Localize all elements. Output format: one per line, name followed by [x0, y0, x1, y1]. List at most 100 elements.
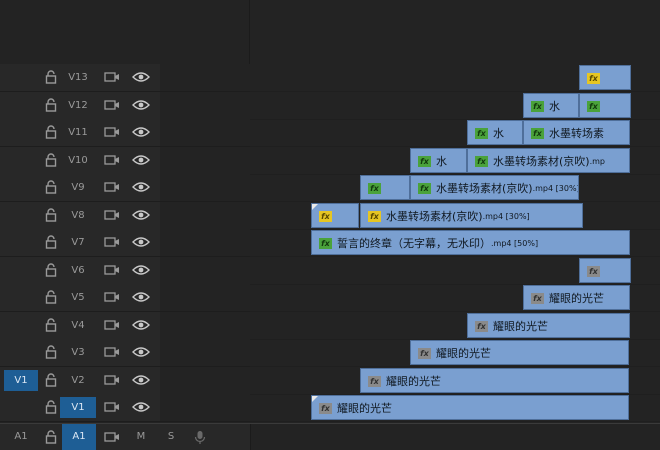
- eye-icon[interactable]: [132, 154, 150, 166]
- clip[interactable]: fx 水墨转场素: [523, 120, 630, 145]
- microphone-icon[interactable]: [194, 430, 206, 445]
- lock-icon[interactable]: [44, 263, 58, 277]
- lock-icon[interactable]: [44, 373, 58, 387]
- track-target[interactable]: V12: [60, 95, 96, 116]
- sync-lock-icon[interactable]: [104, 209, 120, 221]
- track-target[interactable]: V9: [60, 177, 96, 198]
- eye-icon[interactable]: [132, 319, 150, 331]
- clip[interactable]: fx: [311, 203, 359, 228]
- lock-icon[interactable]: [44, 430, 58, 444]
- source-patch[interactable]: V1: [4, 370, 38, 391]
- sync-lock-icon[interactable]: [104, 374, 120, 386]
- lock-icon[interactable]: [44, 70, 58, 84]
- sync-lock-icon[interactable]: [104, 264, 120, 276]
- clip[interactable]: fx: [360, 175, 410, 200]
- clip[interactable]: fx 水墨转场素材(京吹).mp: [467, 148, 630, 173]
- timeline-row-separator: [250, 256, 660, 257]
- source-patch[interactable]: [4, 177, 38, 198]
- source-patch[interactable]: [4, 342, 38, 363]
- eye-icon[interactable]: [132, 99, 150, 111]
- sync-lock-icon[interactable]: [104, 401, 120, 413]
- source-patch[interactable]: [4, 315, 38, 336]
- clip[interactable]: fx 水墨转场素材(京吹).mp4 [30%]: [360, 203, 583, 228]
- eye-icon[interactable]: [132, 209, 150, 221]
- track-target[interactable]: V5: [60, 287, 96, 308]
- audio-target-a1[interactable]: A1: [62, 424, 96, 450]
- track-header-spacer: [160, 284, 250, 311]
- eye-icon[interactable]: [132, 236, 150, 248]
- source-patch[interactable]: [4, 232, 38, 253]
- clip-label: 水墨转场素材(京吹): [386, 209, 483, 223]
- eye-icon[interactable]: [132, 264, 150, 276]
- source-patch[interactable]: [4, 150, 38, 171]
- track-target[interactable]: V4: [60, 315, 96, 336]
- clip[interactable]: fx 耀眼的光芒: [523, 285, 630, 310]
- source-patch[interactable]: [4, 67, 38, 88]
- eye-icon[interactable]: [132, 346, 150, 358]
- timeline-area[interactable]: fx fx 水 fx fx 水 fx 水墨转场素 fx 水 fx 水墨转场素材(京吹).mp fx fx 水…: [250, 64, 660, 422]
- sync-lock-icon[interactable]: [104, 154, 120, 166]
- clip[interactable]: fx 耀眼的光芒: [410, 340, 629, 365]
- track-target[interactable]: V7: [60, 232, 96, 253]
- lock-icon[interactable]: [44, 290, 58, 304]
- eye-icon[interactable]: [132, 291, 150, 303]
- fx-badge-icon: fx: [475, 127, 488, 139]
- sync-lock-icon[interactable]: [104, 291, 120, 303]
- track-target[interactable]: V3: [60, 342, 96, 363]
- sync-lock-icon[interactable]: [104, 99, 120, 111]
- sync-lock-icon[interactable]: [104, 181, 120, 193]
- audio-source-patch[interactable]: A1: [4, 424, 38, 450]
- lock-icon[interactable]: [44, 400, 58, 414]
- mute-button[interactable]: M: [134, 424, 148, 450]
- audio-track-a1: A1 A1 M S: [0, 424, 660, 450]
- track-target[interactable]: V6: [60, 260, 96, 281]
- track-target[interactable]: V2: [60, 370, 96, 391]
- clip[interactable]: fx 耀眼的光芒: [467, 313, 630, 338]
- sync-lock-icon[interactable]: [104, 346, 120, 358]
- sync-lock-icon[interactable]: [104, 126, 120, 138]
- track-target[interactable]: V8: [60, 205, 96, 226]
- track-target[interactable]: V10: [60, 150, 96, 171]
- eye-icon[interactable]: [132, 71, 150, 83]
- track-target[interactable]: V13: [60, 67, 96, 88]
- lock-icon[interactable]: [44, 235, 58, 249]
- eye-icon[interactable]: [132, 126, 150, 138]
- track-header-v3: V3: [0, 339, 250, 366]
- track-header-spacer: [160, 257, 250, 284]
- clip[interactable]: fx: [579, 258, 631, 283]
- fx-badge-icon: fx: [587, 72, 600, 84]
- clip[interactable]: fx 耀眼的光芒: [360, 368, 629, 393]
- clip[interactable]: fx 誓言的终章（无字幕，无水印）.mp4 [50%]: [311, 230, 630, 255]
- source-patch[interactable]: [4, 95, 38, 116]
- source-patch[interactable]: [4, 205, 38, 226]
- fx-badge-icon: fx: [418, 347, 431, 359]
- sync-lock-icon[interactable]: [104, 71, 120, 83]
- lock-icon[interactable]: [44, 318, 58, 332]
- lock-icon[interactable]: [44, 345, 58, 359]
- eye-icon[interactable]: [132, 374, 150, 386]
- sync-lock-icon[interactable]: [104, 431, 120, 443]
- clip[interactable]: fx 水墨转场素材(京吹).mp4 [30%]: [410, 175, 579, 200]
- clip[interactable]: fx 水: [410, 148, 467, 173]
- sync-lock-icon[interactable]: [104, 319, 120, 331]
- track-target[interactable]: V1: [60, 397, 96, 418]
- clip[interactable]: fx 耀眼的光芒: [311, 395, 629, 420]
- clip[interactable]: fx: [579, 65, 631, 90]
- lock-icon[interactable]: [44, 125, 58, 139]
- sync-lock-icon[interactable]: [104, 236, 120, 248]
- eye-icon[interactable]: [132, 181, 150, 193]
- source-patch[interactable]: [4, 260, 38, 281]
- clip[interactable]: fx: [579, 93, 631, 118]
- track-target[interactable]: V11: [60, 122, 96, 143]
- source-patch[interactable]: [4, 122, 38, 143]
- source-patch[interactable]: [4, 287, 38, 308]
- clip[interactable]: fx 水: [467, 120, 523, 145]
- eye-icon[interactable]: [132, 401, 150, 413]
- lock-icon[interactable]: [44, 153, 58, 167]
- lock-icon[interactable]: [44, 208, 58, 222]
- clip[interactable]: fx 水: [523, 93, 579, 118]
- lock-icon[interactable]: [44, 98, 58, 112]
- source-patch[interactable]: [4, 397, 38, 418]
- solo-button[interactable]: S: [164, 424, 178, 450]
- lock-icon[interactable]: [44, 180, 58, 194]
